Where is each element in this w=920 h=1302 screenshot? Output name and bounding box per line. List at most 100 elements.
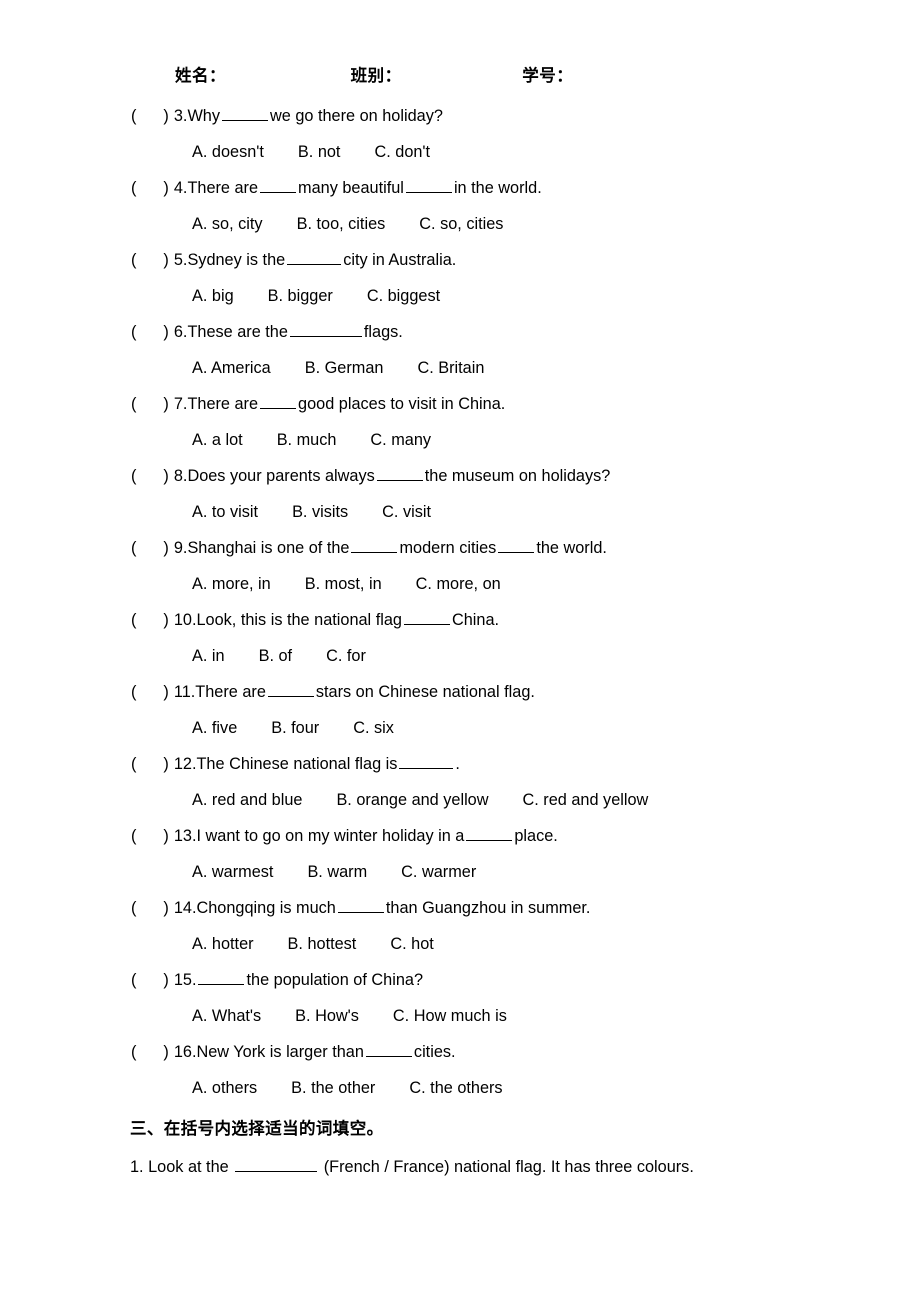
- option-choice[interactable]: C. six: [353, 715, 394, 741]
- question-number: 5.: [173, 251, 188, 269]
- option-choice[interactable]: B. most, in: [305, 571, 382, 597]
- option-choice[interactable]: C. How much is: [393, 1003, 507, 1029]
- blank-underline[interactable]: [287, 250, 342, 265]
- answer-bracket-close: ): [163, 395, 169, 413]
- option-choice[interactable]: B. too, cities: [297, 211, 386, 237]
- fill-item-text: (French / France) national flag. It has …: [319, 1158, 694, 1176]
- blank-underline[interactable]: [260, 178, 297, 193]
- option-choice[interactable]: B. bigger: [268, 283, 333, 309]
- question-text: Does your parents always: [187, 467, 375, 485]
- blank-underline[interactable]: [267, 682, 314, 697]
- answer-bracket-close: ): [163, 107, 169, 125]
- option-row: A. What's B. How's C. How much is: [192, 1003, 507, 1029]
- question-text: the world.: [536, 539, 607, 557]
- option-row: A. more, in B. most, in C. more, on: [192, 571, 501, 597]
- blank-underline[interactable]: [337, 898, 384, 913]
- option-choice[interactable]: B. orange and yellow: [336, 787, 488, 813]
- option-choice[interactable]: A. hotter: [192, 931, 254, 957]
- question-block: () 15. the population of China? A. What's B…: [0, 967, 920, 1039]
- option-choice[interactable]: A. so, city: [192, 211, 263, 237]
- option-choice[interactable]: B. German: [305, 355, 384, 381]
- option-choice[interactable]: C. many: [370, 427, 431, 453]
- answer-bracket-close: ): [163, 899, 169, 917]
- option-choice[interactable]: A. America: [192, 355, 271, 381]
- option-choice[interactable]: A. a lot: [192, 427, 243, 453]
- option-choice[interactable]: B. four: [271, 715, 319, 741]
- option-choice[interactable]: B. not: [298, 139, 341, 165]
- question-text: we go there on holiday?: [270, 107, 443, 125]
- question-stem: () 6. These are the flags.: [131, 319, 403, 345]
- question-text: The Chinese national flag is: [196, 755, 398, 773]
- blank-underline[interactable]: [498, 538, 535, 553]
- blank-underline[interactable]: [222, 106, 268, 121]
- option-choice[interactable]: B. visits: [292, 499, 348, 525]
- option-choice[interactable]: B. much: [277, 427, 337, 453]
- blank-underline[interactable]: [399, 754, 454, 769]
- blank-underline[interactable]: [365, 1042, 412, 1057]
- question-text: There are: [195, 683, 266, 701]
- blank-underline[interactable]: [403, 610, 450, 625]
- question-text: city in Australia.: [343, 251, 457, 269]
- option-choice[interactable]: A. in: [192, 643, 225, 669]
- blank-underline[interactable]: [235, 1157, 318, 1172]
- answer-bracket-open: (: [131, 179, 137, 197]
- option-choice[interactable]: C. biggest: [367, 283, 440, 309]
- option-choice[interactable]: C. visit: [382, 499, 431, 525]
- option-choice[interactable]: A. warmest: [192, 859, 273, 885]
- option-choice[interactable]: C. hot: [390, 931, 433, 957]
- option-choice[interactable]: B. of: [259, 643, 293, 669]
- option-choice[interactable]: A. five: [192, 715, 237, 741]
- question-text: I want to go on my winter holiday in a: [196, 827, 465, 845]
- question-stem: () 3. Why we go there on holiday?: [131, 103, 443, 129]
- option-choice[interactable]: B. hottest: [288, 931, 357, 957]
- question-text: the museum on holidays?: [424, 467, 611, 485]
- option-choice[interactable]: C. more, on: [416, 571, 501, 597]
- option-choice[interactable]: B. the other: [291, 1075, 375, 1101]
- question-text: modern cities: [399, 539, 497, 557]
- answer-bracket-close: ): [163, 467, 169, 485]
- answer-bracket-close: ): [163, 179, 169, 197]
- multiple-choice-list: () 3. Why we go there on holiday? A. doesn…: [0, 103, 920, 1111]
- question-text: Look, this is the national flag: [196, 611, 402, 629]
- option-choice[interactable]: A. What's: [192, 1003, 261, 1029]
- option-choice[interactable]: A. doesn't: [192, 139, 264, 165]
- option-choice[interactable]: C. Britain: [417, 355, 484, 381]
- blank-underline[interactable]: [405, 178, 452, 193]
- blank-underline[interactable]: [198, 970, 245, 985]
- class-label: 班别：: [350, 67, 402, 85]
- option-row: A. big B. bigger C. biggest: [192, 283, 440, 309]
- option-row: A. America B. German C. Britain: [192, 355, 484, 381]
- question-stem: () 7. There are good places to visit in C…: [131, 391, 505, 417]
- question-block: () 6. These are the flags. A. America B. Ge…: [0, 319, 920, 391]
- answer-bracket-open: (: [131, 107, 137, 125]
- option-choice[interactable]: B. How's: [295, 1003, 359, 1029]
- option-row: A. red and blue B. orange and yellow C. re…: [192, 787, 648, 813]
- option-choice[interactable]: A. red and blue: [192, 787, 302, 813]
- answer-bracket-open: (: [131, 611, 137, 629]
- answer-bracket-open: (: [131, 683, 137, 701]
- option-choice[interactable]: C. don't: [374, 139, 430, 165]
- option-choice[interactable]: C. red and yellow: [523, 787, 649, 813]
- option-choice[interactable]: C. warmer: [401, 859, 476, 885]
- question-block: () 4. There are many beautiful in the wor…: [0, 175, 920, 247]
- blank-underline[interactable]: [466, 826, 513, 841]
- answer-bracket-close: ): [163, 755, 169, 773]
- question-text: cities.: [413, 1043, 456, 1061]
- question-stem: () 4. There are many beautiful in the wor…: [131, 175, 542, 201]
- option-choice[interactable]: C. the others: [409, 1075, 502, 1101]
- blank-underline[interactable]: [351, 538, 398, 553]
- question-number: 14.: [173, 899, 197, 917]
- option-choice[interactable]: A. more, in: [192, 571, 271, 597]
- blank-underline[interactable]: [260, 394, 297, 409]
- question-text: There are: [187, 179, 259, 197]
- option-choice[interactable]: A. others: [192, 1075, 257, 1101]
- option-choice[interactable]: C. so, cities: [419, 211, 503, 237]
- blank-underline[interactable]: [289, 322, 362, 337]
- question-block: () 16. New York is larger than cities. A. …: [0, 1039, 920, 1111]
- option-choice[interactable]: B. warm: [307, 859, 367, 885]
- option-choice[interactable]: A. to visit: [192, 499, 258, 525]
- blank-underline[interactable]: [376, 466, 423, 481]
- question-number: 10.: [173, 611, 197, 629]
- option-choice[interactable]: C. for: [326, 643, 366, 669]
- option-choice[interactable]: A. big: [192, 283, 234, 309]
